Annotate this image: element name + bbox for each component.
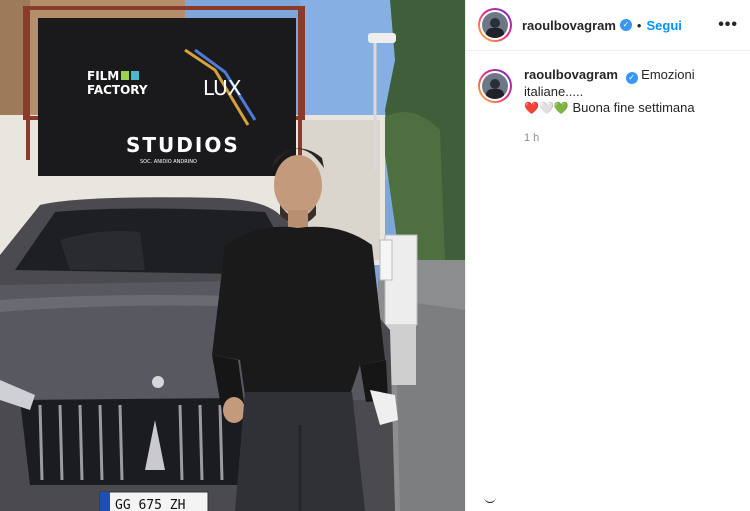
billboard-film-text: FILM [87,69,119,83]
caption-comment: raoulbovagram ✓ Emozioni italiane..... ❤… [466,51,750,146]
billboard-lux-text: LUX [203,76,242,100]
post-timestamp[interactable]: 1 h [524,130,738,146]
red-heart-icon: ❤️ [524,101,539,115]
more-options-icon[interactable]: ••• [718,16,738,34]
caption-username-link[interactable]: raoulbovagram [524,67,618,82]
green-heart-icon: 💚 [553,101,569,115]
username-link[interactable]: raoulbovagram [522,18,616,33]
license-plate-text: GG 675 ZH [115,498,185,511]
billboard-sub-text: SOC. ANIDIO ANDRINO [140,159,197,165]
billboard-studios-text: STUDIOS [126,133,240,157]
post-side-panel: raoulbovagram ✓ • Segui ••• raoulbovagra… [465,0,750,511]
post-header: raoulbovagram ✓ • Segui ••• [466,0,750,51]
white-heart-icon: 🤍 [538,101,554,115]
photo-scene: FILM FACTORY LUX STUDIOS SOC. ANIDIO AND… [0,0,465,511]
caption-line-2: ❤️🤍💚 Buona fine settimana [524,100,738,116]
follow-button[interactable]: Segui [646,18,681,33]
separator-dot: • [636,17,642,33]
avatar[interactable] [478,8,512,42]
verified-badge-icon: ✓ [619,19,632,31]
billboard-factory-text: FACTORY [87,83,148,97]
caption-body: Buona fine settimana [572,100,695,115]
emoji-icon[interactable] [484,497,496,503]
post-photo[interactable]: FILM FACTORY LUX STUDIOS SOC. ANIDIO AND… [0,0,465,511]
caption-verified-badge-icon: ✓ [625,72,638,84]
caption-avatar[interactable] [478,69,512,103]
